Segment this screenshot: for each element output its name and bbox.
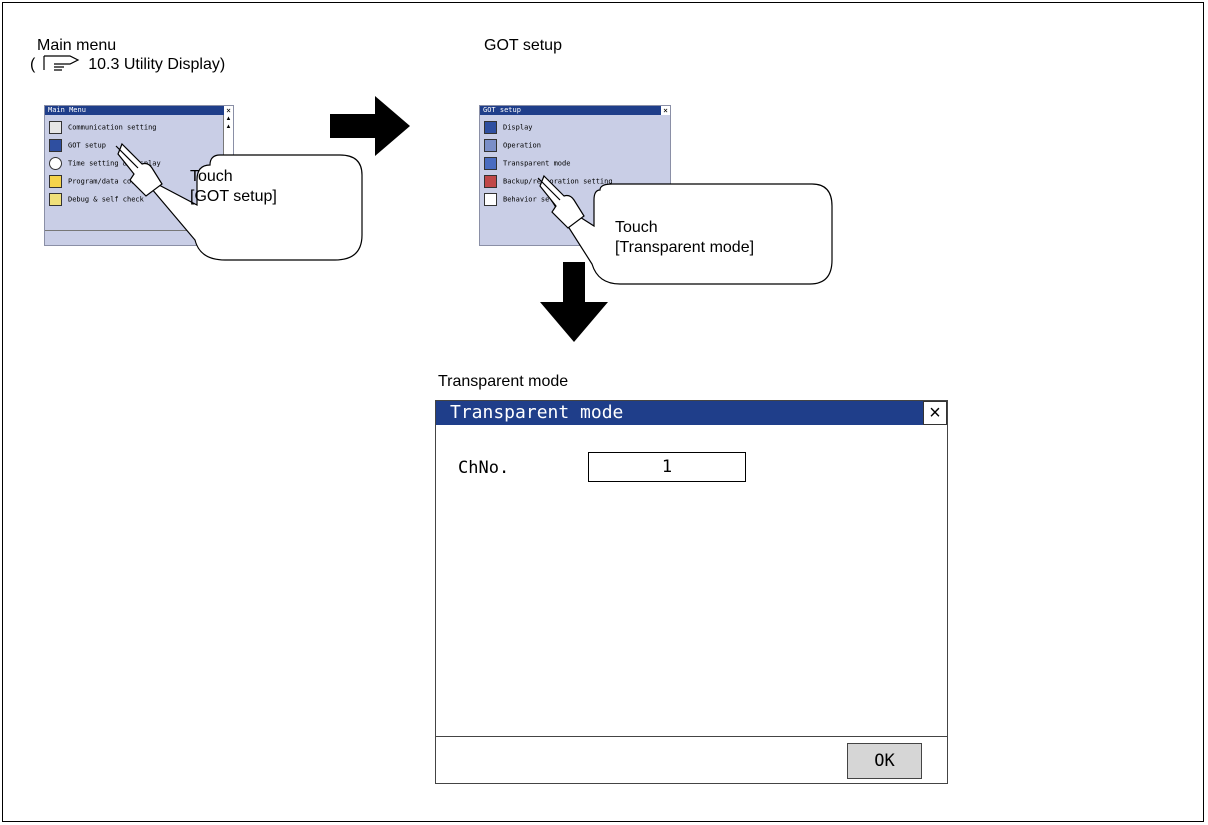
folder-icon: [49, 175, 62, 188]
main-menu-close-button[interactable]: ×: [224, 106, 233, 115]
communication-icon: [49, 121, 62, 134]
menu-item-communication[interactable]: Communication setting: [49, 121, 157, 134]
dialog-title: Transparent mode: [450, 402, 624, 423]
setup-item-operation[interactable]: Operation: [484, 139, 541, 152]
touch-transparent-callout-text: Touch [Transparent mode]: [615, 218, 754, 258]
got-setup-title-bar: GOT setup ×: [480, 106, 670, 115]
setup-item-display[interactable]: Display: [484, 121, 533, 134]
setup-item-label: Display: [503, 123, 533, 132]
debug-icon: [49, 193, 62, 206]
ch-no-input[interactable]: 1: [588, 452, 746, 482]
transparent-mode-icon: [484, 157, 497, 170]
dialog-footer: OK: [436, 736, 947, 783]
transparent-mode-caption: Transparent mode: [438, 373, 569, 390]
got-setup-caption: GOT setup: [484, 37, 562, 54]
operation-icon: [484, 139, 497, 152]
menu-item-label: Communication setting: [68, 123, 157, 132]
got-setup-icon: [49, 139, 62, 152]
menu-item-got-setup[interactable]: GOT setup: [49, 139, 106, 152]
clock-icon: [49, 157, 62, 170]
transparent-mode-dialog: Transparent mode × ChNo. 1 OK: [435, 400, 948, 784]
callout-line: Touch: [190, 168, 233, 185]
ok-button[interactable]: OK: [847, 743, 922, 779]
setup-item-transparent-mode[interactable]: Transparent mode: [484, 157, 570, 170]
pointing-hand-reference-icon: [43, 55, 80, 71]
backup-icon: [484, 175, 497, 188]
main-menu-caption: Main menu: [37, 37, 117, 54]
got-setup-title: GOT setup: [483, 106, 521, 114]
reference-link-text: 10.3 Utility Display): [88, 56, 226, 73]
pointing-hand-icon: [537, 174, 585, 229]
scroll-up-icon[interactable]: ▲: [224, 115, 233, 123]
dialog-title-bar: Transparent mode: [436, 401, 947, 425]
setup-item-label: Operation: [503, 141, 541, 150]
dialog-close-button[interactable]: ×: [923, 401, 947, 425]
got-setup-close-button[interactable]: ×: [661, 106, 670, 115]
main-menu-title: Main Menu: [48, 106, 86, 114]
pointing-hand-icon: [115, 142, 163, 197]
scroll-up-page-icon[interactable]: ▲: [224, 123, 233, 131]
display-icon: [484, 121, 497, 134]
callout-line: [GOT setup]: [190, 188, 277, 205]
callout-line: Touch: [615, 219, 658, 236]
callout-line: [Transparent mode]: [615, 239, 755, 256]
touch-got-callout-text: Touch [GOT setup]: [190, 167, 277, 207]
behavior-icon: [484, 193, 497, 206]
reference-caption: ( 10.3 Utility Display): [30, 54, 225, 74]
main-menu-title-bar: Main Menu ×: [45, 106, 233, 115]
ch-no-label: ChNo.: [458, 458, 510, 478]
reference-paren: (: [30, 56, 36, 73]
setup-item-label: Transparent mode: [503, 159, 571, 168]
